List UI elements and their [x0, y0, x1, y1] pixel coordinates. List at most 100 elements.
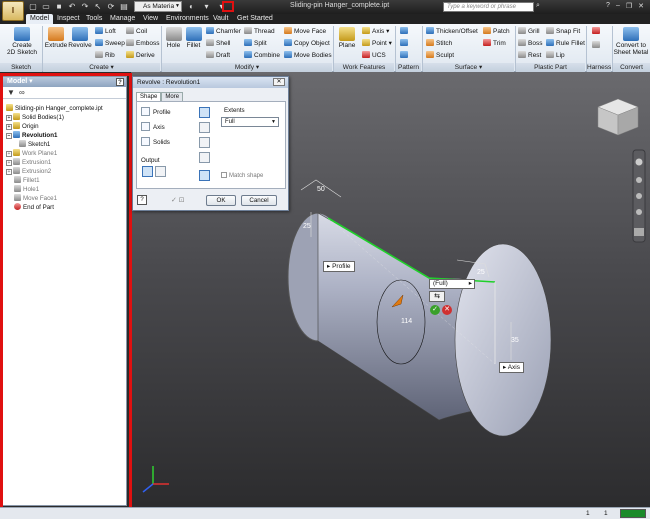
draft-button[interactable]: Draft [206, 51, 230, 59]
restore-icon[interactable]: ❐ [626, 2, 632, 10]
ucs-button[interactable]: UCS [362, 51, 386, 59]
preview-toggle-icon[interactable]: ✓ ⊡ [171, 196, 185, 204]
new-solid-button[interactable] [199, 152, 210, 163]
close-icon[interactable]: ✕ [273, 78, 285, 86]
expand-icon[interactable]: + [6, 115, 12, 121]
solids-selector[interactable]: Solids [141, 137, 170, 146]
harness-props-button[interactable] [592, 41, 602, 49]
dimension-50[interactable]: 50 [317, 186, 325, 193]
tree-item-extrusion2[interactable]: + Extrusion2 [6, 167, 51, 175]
tree-item-part[interactable]: Sliding-pin Hanger_complete.ipt [6, 104, 103, 112]
create-2d-sketch-button[interactable]: Create 2D Sketch [6, 27, 38, 56]
copy-object-button[interactable]: Copy Object [284, 39, 330, 47]
cut-button[interactable] [199, 122, 210, 133]
grill-button[interactable]: Grill [518, 27, 540, 35]
fillet-button[interactable]: Fillet [184, 27, 203, 49]
output-surface-button[interactable] [155, 166, 166, 177]
appearance-dropdown-icon[interactable]: ▾ [201, 1, 212, 12]
tree-item-fillet[interactable]: Fillet1 [14, 176, 40, 184]
navigation-bar[interactable] [632, 149, 646, 243]
derive-button[interactable]: Derive [126, 51, 155, 59]
undo-icon[interactable]: ↶ [67, 2, 77, 11]
rib-button[interactable]: Rib [95, 51, 115, 59]
convert-to-sheet-metal-button[interactable]: Convert to Sheet Metal [613, 27, 649, 56]
redo-icon[interactable]: ↷ [80, 2, 90, 11]
axis-canvas-tag[interactable]: ▸ Axis [499, 362, 524, 373]
update-icon[interactable]: ⟳ [106, 2, 116, 11]
direction-button[interactable]: ⇆ [429, 291, 445, 302]
tab-shape[interactable]: Shape [136, 92, 162, 101]
axis-selector[interactable]: Axis [141, 122, 165, 131]
browser-header[interactable]: Model ▾ ? [3, 77, 126, 87]
application-menu-button[interactable]: I [2, 1, 24, 21]
tab-tools[interactable]: Tools [86, 14, 102, 24]
combine-button[interactable]: Combine [244, 51, 280, 59]
search-input[interactable]: Type a keyword or phrase [443, 2, 534, 12]
mirror-button[interactable] [400, 51, 410, 59]
match-shape-checkbox[interactable]: Match shape [221, 172, 263, 179]
output-solid-button[interactable] [142, 166, 153, 177]
close-icon[interactable]: ✕ [638, 2, 644, 10]
tab-vault[interactable]: Vault [213, 14, 228, 24]
tree-item-revolution[interactable]: − Revolution1 [6, 131, 57, 139]
tree-item-hole[interactable]: Hole1 [14, 185, 39, 193]
lip-button[interactable]: Lip [546, 51, 565, 59]
rest-button[interactable]: Rest [518, 51, 541, 59]
apply-icon[interactable]: ✓ [430, 305, 440, 315]
trim-button[interactable]: Trim [483, 39, 506, 47]
ok-button[interactable]: OK [206, 195, 236, 206]
dimension-35[interactable]: 35 [511, 337, 519, 344]
view-cube[interactable] [597, 98, 639, 136]
new-icon[interactable]: ▢ [28, 2, 38, 11]
tab-manage[interactable]: Manage [110, 14, 135, 24]
rectangular-pattern-button[interactable] [400, 27, 410, 35]
hole-button[interactable]: Hole [164, 27, 183, 49]
expand-icon[interactable]: + [6, 151, 12, 157]
boss-button[interactable]: Boss [518, 39, 542, 47]
tree-item-end-of-part[interactable]: End of Part [14, 203, 54, 211]
loft-button[interactable]: Loft [95, 27, 116, 35]
stitch-button[interactable]: Stitch [426, 39, 452, 47]
tree-item-move-face[interactable]: Move Face1 [14, 194, 57, 202]
tree-item-sketch[interactable]: Sketch1 [19, 140, 50, 148]
help-icon[interactable]: ? [606, 2, 610, 10]
tab-inspect[interactable]: Inspect [57, 14, 80, 24]
save-icon[interactable]: ■ [54, 2, 64, 11]
snap-fit-button[interactable]: Snap Fit [546, 27, 580, 35]
chamfer-button[interactable]: Chamfer [206, 27, 241, 35]
emboss-button[interactable]: Emboss [126, 39, 159, 47]
tab-view[interactable]: View [143, 14, 158, 24]
tab-environments[interactable]: Environments [166, 14, 209, 24]
open-icon[interactable]: ▭ [41, 2, 51, 11]
profile-selector[interactable]: Profile [141, 107, 171, 116]
coil-button[interactable]: Coil [126, 27, 147, 35]
point-button[interactable]: Point ▾ [362, 39, 392, 47]
extents-select[interactable]: Full ▼ [221, 117, 279, 127]
filter-icon[interactable]: ▼ [7, 88, 15, 97]
dimension-25-top[interactable]: 25 [477, 269, 485, 276]
binoculars-icon[interactable]: ∞ [19, 88, 25, 97]
flip-direction-button[interactable] [199, 170, 210, 181]
sculpt-button[interactable]: Sculpt [426, 51, 454, 59]
tree-item-extrusion1[interactable]: + Extrusion1 [6, 158, 51, 166]
expand-icon[interactable]: + [6, 124, 12, 130]
help-icon[interactable]: ? [137, 195, 147, 205]
join-button[interactable] [199, 107, 210, 118]
sweep-button[interactable]: Sweep [95, 39, 125, 47]
axis-button[interactable]: Axis ▾ [362, 27, 389, 35]
minimize-icon[interactable]: – [616, 2, 620, 10]
extrude-button[interactable]: Extrude [44, 27, 68, 49]
expand-icon[interactable]: + [6, 169, 12, 175]
tab-more[interactable]: More [161, 92, 184, 101]
split-button[interactable]: Split [244, 39, 267, 47]
thread-button[interactable]: Thread [244, 27, 275, 35]
tree-item-solid-bodies[interactable]: + Solid Bodies(1) [6, 113, 64, 121]
search-icon[interactable]: ⌕ [536, 2, 540, 10]
profile-canvas-tag[interactable]: ▸ Profile [323, 261, 355, 272]
select-icon[interactable]: ↖ [93, 2, 103, 11]
dimension-114[interactable]: 114 [401, 318, 412, 325]
extents-minitoolbar[interactable]: (Full) ▸ [429, 279, 475, 289]
circular-pattern-button[interactable] [400, 39, 410, 47]
tab-get-started[interactable]: Get Started [237, 14, 273, 24]
material-dropdown[interactable]: As Materia ▼ [134, 1, 182, 12]
